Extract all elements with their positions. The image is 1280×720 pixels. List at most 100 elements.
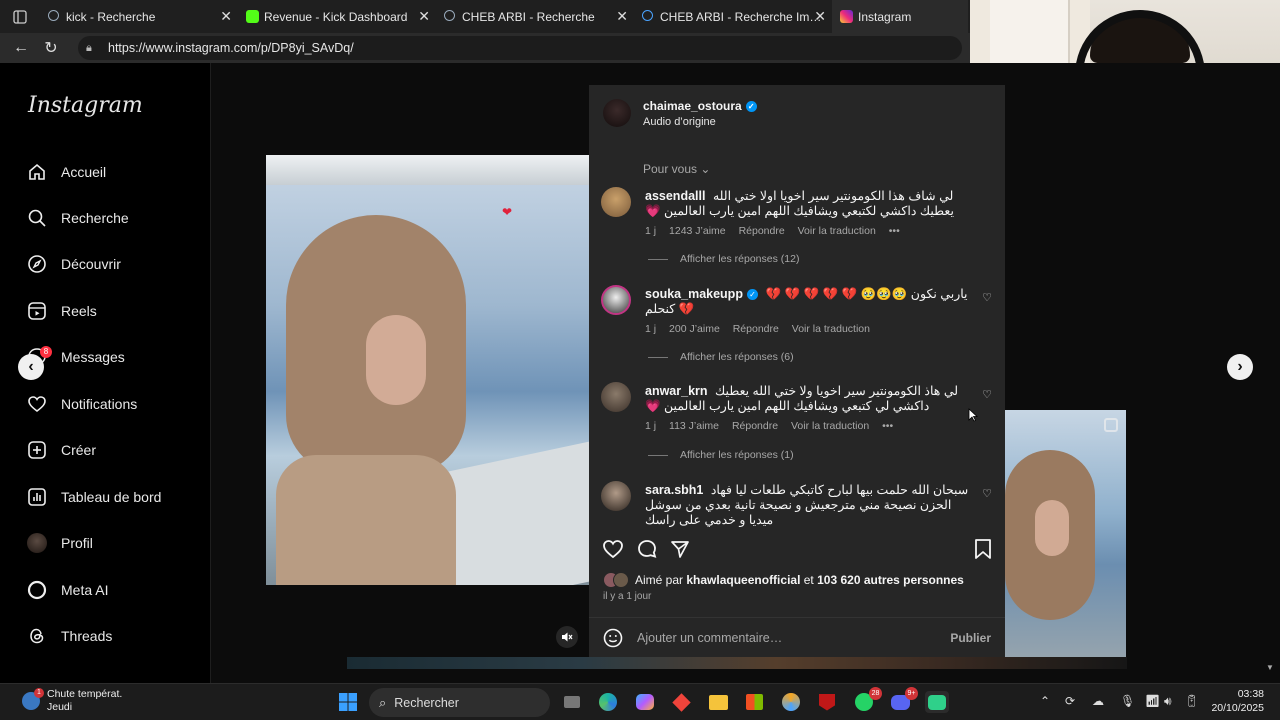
microphone-icon[interactable]: 🎙︎ [1120, 694, 1135, 708]
url-text: https://www.instagram.com/p/DP8yi_SAvDq/ [108, 41, 354, 55]
url-field[interactable]: 🔒︎ https://www.instagram.com/p/DP8yi_SAv… [78, 36, 962, 60]
view-replies-label: Afficher les réponses (1) [680, 449, 794, 461]
audio-label[interactable]: Audio d’origine [643, 116, 716, 128]
taskbar-search[interactable]: ⌕ Rechercher [369, 688, 550, 717]
reply-link[interactable]: Répondre [732, 420, 778, 432]
battery-icon[interactable]: 🔋︎ [1184, 694, 1199, 708]
comment-likes[interactable]: 200 J’aime [669, 323, 720, 335]
commenter-avatar[interactable] [601, 382, 631, 412]
sidebar-item-meta-ai[interactable]: Meta AI [26, 575, 108, 605]
reload-icon[interactable]: ↻ [36, 33, 66, 63]
system-clock[interactable]: 03:38 20/10/2025 [1206, 687, 1264, 715]
share-paper-plane-icon[interactable] [668, 537, 692, 561]
instagram-logo[interactable]: Instagram [28, 93, 143, 118]
emoji-icon[interactable] [603, 628, 623, 648]
sidebar-item-decouvrir[interactable]: Découvrir [26, 249, 121, 279]
view-replies-link[interactable]: Afficher les réponses (12) [648, 253, 799, 265]
translate-link[interactable]: Voir la traduction [791, 420, 869, 432]
commenter-avatar[interactable] [601, 481, 631, 511]
sync-icon[interactable]: ⟳ [1065, 694, 1075, 708]
commenter-username[interactable]: anwar_krn [645, 384, 708, 398]
sidebar-item-creer[interactable]: Créer [26, 435, 96, 465]
close-tab-icon[interactable]: ✕ [220, 8, 232, 25]
previous-post-button[interactable]: ‹ [18, 354, 44, 380]
weather-widget[interactable]: 1 Chute températ. Jeudi [22, 688, 122, 714]
chrome-canary-icon[interactable] [779, 691, 803, 713]
sidebar-item-accueil[interactable]: Accueil [26, 157, 106, 187]
task-view-icon[interactable] [560, 691, 584, 713]
whatsapp-icon[interactable]: 28 [852, 687, 882, 713]
liked-by-user[interactable]: khawlaqueenofficial [686, 573, 800, 587]
publish-button[interactable]: Publier [950, 631, 991, 645]
view-replies-link[interactable]: Afficher les réponses (6) [648, 351, 794, 363]
likes-count[interactable]: 103 620 autres personnes [817, 573, 964, 587]
browser-tab[interactable]: CHEB ARBI - Recherche Images ✕ [634, 0, 832, 33]
author-username[interactable]: chaimae_ostoura ✓ [643, 99, 757, 113]
like-comment-heart-icon[interactable]: ♡ [982, 291, 992, 304]
comment-input[interactable]: Ajouter un commentaire… [637, 631, 950, 645]
commenter-username[interactable]: sara.sbh1 [645, 483, 703, 497]
close-tab-icon[interactable]: ✕ [814, 8, 826, 25]
commenter-avatar[interactable] [601, 285, 631, 315]
clock-time: 03:38 [1237, 688, 1264, 700]
chevron-down-icon: ⌄ [700, 162, 711, 176]
comment-likes[interactable]: 1243 J’aime [669, 225, 726, 237]
translate-link[interactable]: Voir la traduction [792, 323, 870, 335]
close-tab-icon[interactable]: ✕ [418, 8, 430, 25]
volume-icon[interactable]: 🔊︎ [1164, 694, 1172, 709]
browser-tab[interactable]: kick - Recherche ✕ [40, 0, 238, 33]
commenter-username[interactable]: souka_makeupp [645, 287, 743, 301]
edge-browser-icon[interactable] [596, 691, 620, 713]
like-comment-heart-icon[interactable]: ♡ [982, 487, 992, 500]
sidebar-item-profil[interactable]: Profil [26, 528, 93, 558]
comment-bubble-icon[interactable] [635, 537, 659, 561]
anydesk-icon[interactable] [669, 691, 693, 713]
next-post-button[interactable]: › [1227, 354, 1253, 380]
tab-title: CHEB ARBI - Recherche [462, 9, 595, 24]
sidebar-item-tableau-de-bord[interactable]: Tableau de bord [26, 482, 161, 512]
sidebar-item-recherche[interactable]: Recherche [26, 203, 129, 233]
post-video[interactable]: ❤ [266, 155, 589, 585]
next-post-preview[interactable] [1005, 410, 1126, 668]
sidebar-item-threads[interactable]: Threads [26, 621, 112, 651]
discord-icon[interactable]: 9+ [888, 687, 918, 713]
sidebar-item-reels[interactable]: Reels [26, 296, 97, 326]
commenter-username[interactable]: assendalll [645, 189, 705, 203]
chat-app-icon[interactable] [925, 691, 949, 713]
mcafee-icon[interactable] [815, 691, 839, 713]
mouse-cursor-icon [968, 408, 978, 422]
reply-link[interactable]: Répondre [733, 323, 779, 335]
view-replies-link[interactable]: Afficher les réponses (1) [648, 449, 794, 461]
browser-tab[interactable]: CHEB ARBI - Recherche ✕ [436, 0, 634, 33]
tab-actions-icon[interactable] [0, 0, 40, 33]
like-comment-heart-icon[interactable]: ♡ [982, 388, 992, 401]
browser-tab-active[interactable]: Instagram [832, 0, 968, 33]
close-tab-icon[interactable]: ✕ [616, 8, 628, 25]
microsoft-store-icon[interactable] [742, 691, 766, 713]
tab-title: kick - Recherche [66, 9, 156, 24]
copilot-icon[interactable] [633, 691, 657, 713]
wifi-icon[interactable]: 📶︎ [1145, 694, 1160, 708]
reply-link[interactable]: Répondre [739, 225, 785, 237]
comment-sort-dropdown[interactable]: Pour vous ⌄ [643, 162, 710, 176]
more-options-icon[interactable]: ••• [882, 420, 893, 432]
sidebar-item-notifications[interactable]: Notifications [26, 389, 137, 419]
browser-tab[interactable]: Revenue - Kick Dashboard ✕ [238, 0, 436, 33]
show-hidden-icons-chevron-icon[interactable]: ⌃ [1040, 694, 1050, 708]
back-arrow-icon[interactable]: ← [6, 33, 36, 63]
comment-likes[interactable]: 113 J’aime [669, 420, 719, 432]
bookmark-icon[interactable] [971, 537, 995, 561]
author-avatar[interactable] [603, 99, 631, 127]
more-options-icon[interactable]: ••• [889, 225, 900, 237]
post-action-bar [589, 535, 1005, 565]
lock-icon: 🔒︎ [86, 41, 92, 54]
comment-body: anwar_krn لي هاذ الكومونتير سير اخويا ول… [645, 384, 973, 414]
cloud-off-icon[interactable]: ☁ [1092, 694, 1104, 708]
scroll-down-arrow-icon[interactable]: ▼ [1266, 663, 1274, 672]
file-explorer-icon[interactable] [706, 691, 730, 713]
windows-start-icon[interactable] [336, 691, 360, 713]
mute-button[interactable] [556, 626, 578, 648]
commenter-avatar[interactable] [601, 187, 631, 217]
like-heart-icon[interactable] [601, 537, 625, 561]
translate-link[interactable]: Voir la traduction [798, 225, 876, 237]
